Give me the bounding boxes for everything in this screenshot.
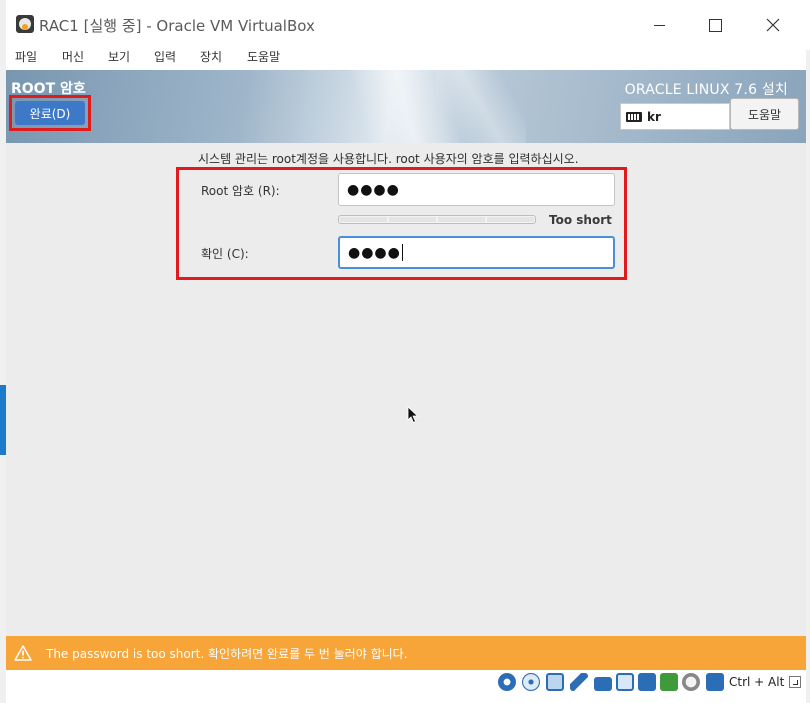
host-key-label: Ctrl + Alt bbox=[729, 675, 785, 689]
password-strength-meter bbox=[338, 215, 536, 224]
vm-screen[interactable]: ROOT 암호 완료(D) ORACLE LINUX 7.6 설치 kr 도움말… bbox=[6, 70, 806, 670]
close-button[interactable] bbox=[750, 8, 796, 42]
virtualbox-icon bbox=[16, 15, 34, 33]
window-titlebar: RAC1 [실행 중] - Oracle VM VirtualBox bbox=[6, 0, 810, 50]
vm-status-bar: Ctrl + Alt bbox=[6, 670, 806, 703]
desktop-background-right bbox=[806, 0, 810, 703]
network-icon[interactable] bbox=[546, 673, 564, 691]
mouse-integration-icon[interactable] bbox=[682, 673, 700, 691]
done-button[interactable]: 완료(D) bbox=[15, 101, 85, 125]
keyboard-arrow-icon[interactable] bbox=[706, 673, 724, 691]
hard-disk-icon[interactable] bbox=[498, 673, 516, 691]
password-strength-text: Too short bbox=[549, 213, 612, 227]
menu-item-file[interactable]: 파일 bbox=[15, 48, 37, 65]
help-button[interactable]: 도움말 bbox=[730, 98, 799, 130]
display-icon[interactable] bbox=[616, 673, 634, 691]
warning-bar: The password is too short. 확인하려면 완료를 두 번… bbox=[6, 636, 806, 670]
confirm-password-label: 확인 (C): bbox=[201, 247, 249, 261]
resize-grip-icon[interactable] bbox=[789, 676, 801, 688]
video-capture-icon[interactable] bbox=[638, 673, 656, 691]
cpu-icon[interactable] bbox=[660, 673, 678, 691]
menu-item-devices[interactable]: 장치 bbox=[200, 48, 222, 65]
usb-icon[interactable] bbox=[570, 673, 588, 691]
install-title: ORACLE LINUX 7.6 설치 bbox=[624, 82, 788, 98]
menu-bar: 파일 머신 보기 입력 장치 도움말 bbox=[6, 44, 806, 68]
keyboard-icon bbox=[626, 111, 642, 122]
optical-disk-icon[interactable] bbox=[522, 673, 540, 691]
done-button-highlight: 완료(D) bbox=[9, 95, 91, 131]
window-title: RAC1 [실행 중] - Oracle VM VirtualBox bbox=[39, 17, 315, 35]
instruction-text: 시스템 관리는 root계정을 사용합니다. root 사용자의 암호를 입력하… bbox=[198, 152, 579, 166]
maximize-button[interactable] bbox=[692, 8, 738, 42]
confirm-password-value: ●●●● bbox=[348, 244, 401, 261]
menu-item-machine[interactable]: 머신 bbox=[62, 48, 84, 65]
password-form-highlight: Root 암호 (R): ●●●● Too short 확인 (C): ●●●● bbox=[176, 167, 627, 280]
menu-item-view[interactable]: 보기 bbox=[108, 48, 130, 65]
close-icon bbox=[766, 18, 780, 32]
menu-item-input[interactable]: 입력 bbox=[154, 48, 176, 65]
minimize-button[interactable] bbox=[636, 8, 682, 42]
root-password-input[interactable]: ●●●● bbox=[338, 173, 615, 206]
confirm-password-input[interactable]: ●●●● bbox=[338, 236, 615, 269]
installer-header: ROOT 암호 완료(D) ORACLE LINUX 7.6 설치 kr 도움말 bbox=[6, 70, 806, 143]
warning-icon bbox=[14, 645, 32, 661]
text-caret bbox=[401, 244, 403, 261]
warning-text[interactable]: The password is too short. 확인하려면 완료를 두 번… bbox=[46, 645, 408, 662]
mouse-pointer-icon bbox=[407, 406, 419, 424]
shared-folder-icon[interactable] bbox=[594, 677, 612, 691]
keyboard-layout-indicator[interactable]: kr bbox=[620, 103, 730, 130]
menu-item-help[interactable]: 도움말 bbox=[247, 48, 280, 65]
keyboard-layout-label: kr bbox=[647, 109, 661, 124]
root-password-value: ●●●● bbox=[347, 181, 400, 198]
root-password-label: Root 암호 (R): bbox=[201, 184, 280, 198]
